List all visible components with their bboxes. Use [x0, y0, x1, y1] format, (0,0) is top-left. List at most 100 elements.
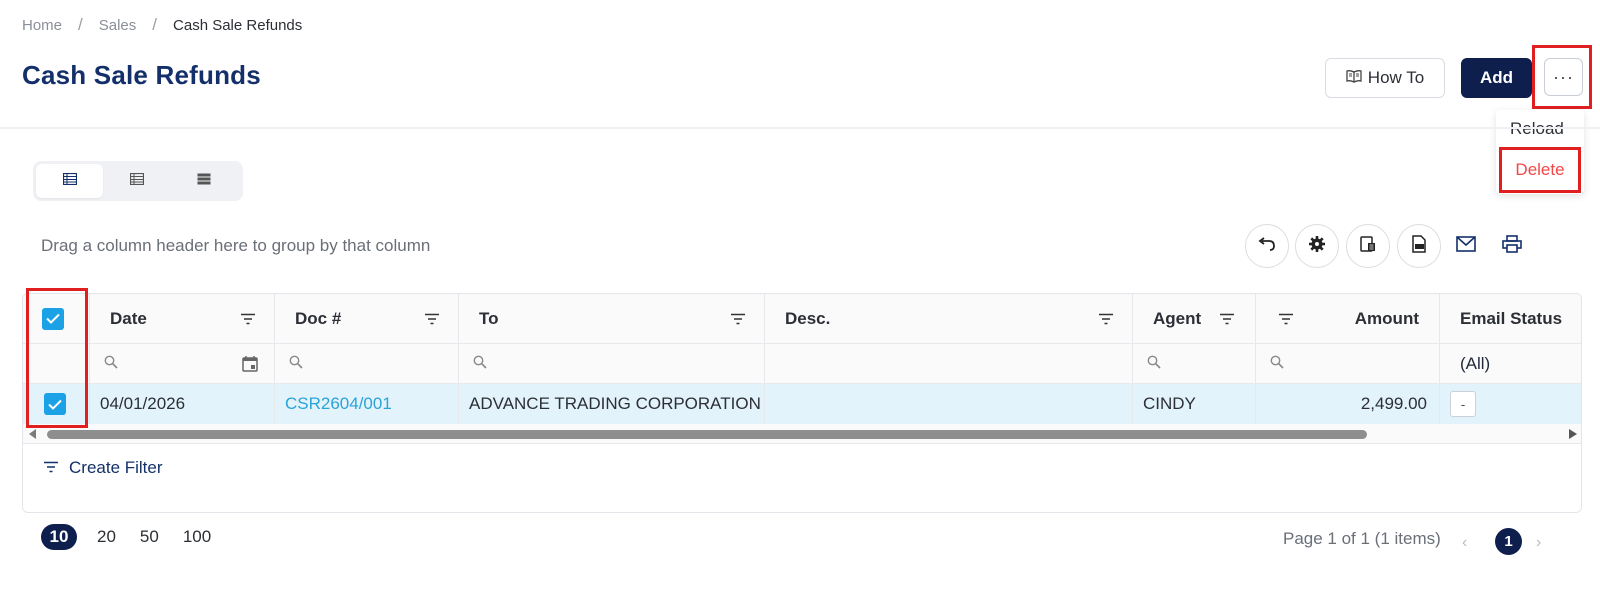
column-header-desc[interactable]: Desc. — [765, 294, 1133, 343]
data-grid: Date Doc # To Desc. Agent Amount Email S… — [22, 293, 1582, 513]
mail-icon — [1456, 235, 1476, 257]
column-header-label: Amount — [1354, 308, 1419, 328]
cell-date: 04/01/2026 — [90, 384, 275, 424]
filter-desc-cell — [765, 344, 1133, 383]
breadcrumb-separator: / — [78, 15, 83, 34]
page-info: Page 1 of 1 (1 items) — [1283, 529, 1441, 548]
export-excel-button[interactable] — [1346, 224, 1390, 268]
page-size-selector: 10 20 50 100 — [41, 524, 215, 550]
book-icon — [1346, 68, 1362, 88]
print-button[interactable] — [1498, 232, 1526, 260]
page-size-50[interactable]: 50 — [136, 524, 163, 550]
filter-email-status-value: (All) — [1460, 353, 1491, 373]
column-header-agent[interactable]: Agent — [1133, 294, 1256, 343]
horizontal-scrollbar[interactable] — [23, 424, 1581, 444]
cell-doc-link[interactable]: CSR2604/001 — [275, 384, 459, 424]
table-row[interactable]: 04/01/2026 CSR2604/001 ADVANCE TRADING C… — [23, 384, 1581, 424]
search-icon — [104, 354, 118, 374]
column-header-date[interactable]: Date — [90, 294, 275, 343]
page-number-current[interactable]: 1 — [1495, 528, 1522, 555]
filter-doc-input[interactable] — [275, 344, 459, 383]
column-header-label: To — [479, 308, 499, 328]
filter-date-input[interactable] — [90, 344, 275, 383]
create-filter-button[interactable]: Create Filter — [43, 458, 163, 478]
excel-export-icon — [1359, 235, 1377, 258]
menu-item-delete[interactable]: Delete — [1515, 160, 1564, 180]
filter-icon[interactable] — [1278, 310, 1294, 330]
list-view-icon — [62, 172, 77, 190]
column-header-label: Desc. — [785, 308, 831, 328]
cell-email-status: - — [1440, 384, 1581, 424]
column-header-label: Email Status — [1460, 308, 1563, 328]
view-default-button[interactable] — [103, 164, 170, 198]
filter-agent-input[interactable] — [1133, 344, 1256, 383]
breadcrumb-separator: / — [152, 15, 158, 34]
breadcrumb-home[interactable]: Home — [22, 17, 62, 34]
column-header-doc[interactable]: Doc # — [275, 294, 459, 343]
email-status-button[interactable]: - — [1450, 391, 1476, 417]
pdf-export-icon — [1410, 234, 1428, 258]
grid-filter-row: (All) — [23, 344, 1581, 384]
how-to-button[interactable]: How To — [1325, 58, 1445, 98]
previous-page-button[interactable]: ‹ — [1462, 534, 1467, 552]
more-options-button[interactable]: ··· — [1544, 58, 1583, 96]
next-page-button[interactable]: › — [1536, 534, 1541, 552]
column-header-label: Agent — [1153, 308, 1202, 328]
how-to-label: How To — [1367, 68, 1425, 87]
filter-amount-input[interactable] — [1256, 344, 1440, 383]
page-size-20[interactable]: 20 — [93, 524, 120, 550]
breadcrumb-current: Cash Sale Refunds — [173, 16, 303, 34]
table-view-icon — [129, 172, 144, 190]
search-icon — [1147, 354, 1161, 374]
filter-icon[interactable] — [240, 310, 256, 330]
menu-item-reload[interactable]: Reload — [1510, 119, 1564, 139]
create-filter-label: Create Filter — [69, 458, 163, 477]
filter-icon[interactable] — [730, 310, 746, 330]
page-size-10[interactable]: 10 — [41, 524, 77, 550]
undo-icon — [1258, 236, 1276, 256]
column-header-label: Doc # — [295, 308, 342, 328]
view-compact-button[interactable] — [36, 164, 103, 198]
delete-highlight: Delete — [1499, 147, 1581, 193]
view-switcher — [33, 161, 243, 201]
gear-icon — [1308, 235, 1326, 258]
add-button[interactable]: Add — [1461, 58, 1532, 98]
cell-desc — [765, 384, 1133, 424]
filter-icon[interactable] — [1098, 310, 1114, 330]
more-options-menu: Reload Delete — [1496, 110, 1584, 194]
filter-icon[interactable] — [1219, 310, 1235, 330]
scroll-left-icon[interactable] — [29, 429, 36, 439]
filter-email-status-select[interactable]: (All) — [1440, 344, 1581, 383]
rows-view-icon — [197, 172, 211, 190]
filter-icon — [43, 458, 59, 478]
page-size-100[interactable]: 100 — [179, 524, 215, 550]
undo-button[interactable] — [1245, 224, 1289, 268]
group-panel-hint: Drag a column header here to group by th… — [41, 236, 431, 255]
breadcrumb: Home / Sales / Cash Sale Refunds — [22, 15, 302, 35]
printer-icon — [1502, 234, 1522, 258]
page-title: Cash Sale Refunds — [22, 60, 261, 90]
cell-agent: CINDY — [1133, 384, 1256, 424]
export-pdf-button[interactable] — [1397, 224, 1441, 268]
search-icon — [289, 354, 303, 374]
grid-header-row: Date Doc # To Desc. Agent Amount Email S… — [23, 294, 1581, 344]
settings-button[interactable] — [1295, 224, 1339, 268]
filter-icon[interactable] — [424, 310, 440, 330]
search-icon — [1270, 354, 1284, 374]
header-divider — [0, 127, 1600, 129]
calendar-icon[interactable] — [242, 355, 258, 377]
scroll-right-icon[interactable] — [1569, 429, 1577, 439]
cell-amount: 2,499.00 — [1256, 384, 1440, 424]
email-button[interactable] — [1452, 232, 1480, 260]
view-expanded-button[interactable] — [170, 164, 237, 198]
column-header-amount[interactable]: Amount — [1256, 294, 1440, 343]
filter-to-input[interactable] — [459, 344, 765, 383]
checkbox-column-highlight — [26, 288, 88, 428]
scrollbar-thumb[interactable] — [47, 430, 1367, 439]
search-icon — [473, 354, 487, 374]
breadcrumb-sales[interactable]: Sales — [99, 17, 137, 34]
column-header-email-status[interactable]: Email Status — [1440, 294, 1581, 343]
cell-to: ADVANCE TRADING CORPORATION — [459, 384, 765, 424]
column-header-label: Date — [110, 308, 147, 328]
column-header-to[interactable]: To — [459, 294, 765, 343]
